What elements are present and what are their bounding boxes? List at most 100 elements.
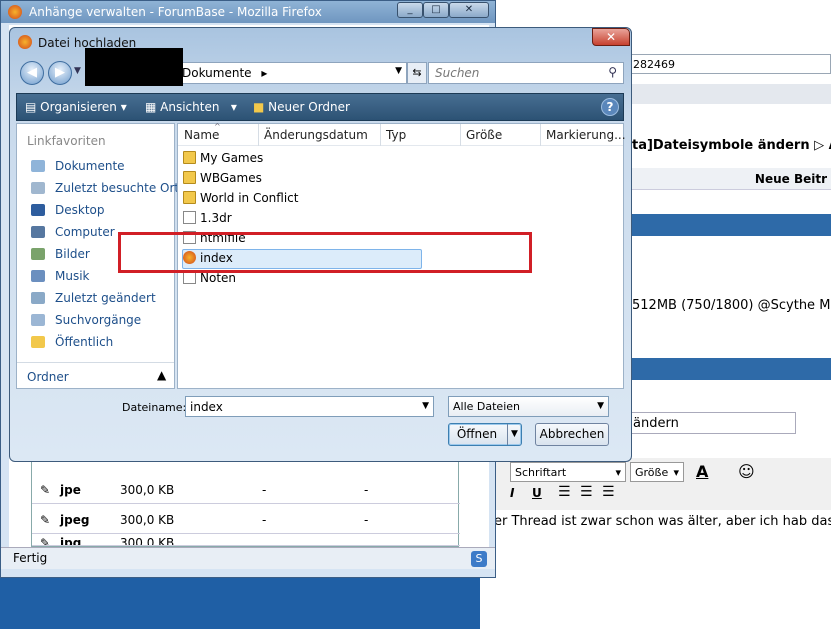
background-url-bar[interactable]: 282469 xyxy=(628,54,831,74)
file-item[interactable]: WBGames xyxy=(183,171,423,189)
column-tags[interactable]: Markierung... xyxy=(546,128,626,142)
chevron-down-icon[interactable]: ▼ xyxy=(395,66,402,76)
redacted-area xyxy=(85,48,183,86)
font-select[interactable]: Schriftart ▾ xyxy=(510,462,626,482)
chevron-up-icon[interactable]: ▲ xyxy=(157,368,166,382)
message-text[interactable]: er Thread ist zwar schon was älter, aber… xyxy=(494,514,831,529)
ext-cell: jpg xyxy=(60,536,82,546)
favorite-music[interactable]: Musik xyxy=(31,269,90,283)
background-band xyxy=(628,84,831,104)
music-icon xyxy=(31,270,45,282)
searches-icon xyxy=(31,314,45,326)
column-size[interactable]: Größe xyxy=(466,128,502,142)
status-s-icon[interactable]: S xyxy=(471,551,487,567)
text-color-icon[interactable]: A xyxy=(696,462,708,481)
status-text: Fertig xyxy=(13,551,48,565)
size-select[interactable]: Größe ▾ xyxy=(630,462,684,482)
status-bar: Fertig S xyxy=(1,547,495,569)
firefox-icon xyxy=(8,5,22,19)
annotation-box xyxy=(118,232,532,273)
breadcrumb-folder[interactable]: Dokumente xyxy=(182,66,252,80)
divider xyxy=(17,362,174,363)
documents-icon xyxy=(31,160,45,172)
favorite-searches[interactable]: Suchvorgänge xyxy=(31,313,141,327)
size-cell: 300,0 KB xyxy=(120,536,175,546)
size-cell: 300,0 KB xyxy=(120,483,175,497)
favorite-public[interactable]: Öffentlich xyxy=(31,335,113,349)
firefox-window-title: Anhänge verwalten - ForumBase - Mozilla … xyxy=(29,5,322,19)
favorite-recently-changed[interactable]: Zuletzt geändert xyxy=(31,291,156,305)
recent-places-icon xyxy=(31,182,45,194)
help-icon[interactable]: ? xyxy=(601,98,619,116)
open-button[interactable]: Öffnen ▼ xyxy=(448,423,522,446)
column-separator[interactable] xyxy=(380,124,381,146)
file-icon xyxy=(183,211,196,224)
chevron-right-icon[interactable]: ▸ xyxy=(261,66,267,80)
thread-heading[interactable]: ta]Dateisymbole ändern ▷ Auf xyxy=(632,138,831,153)
underline-icon[interactable]: U xyxy=(532,486,542,500)
column-separator[interactable] xyxy=(540,124,541,146)
filename-input[interactable]: index ▼ xyxy=(185,396,434,417)
favorite-computer[interactable]: Computer xyxy=(31,225,115,239)
dialog-close-button[interactable]: ✕ xyxy=(592,28,630,46)
file-upload-dialog: Datei hochladen ✕ ◀ ▶ ▼ Dokumente ▸ ▼ ⇆ … xyxy=(9,27,632,462)
smiley-icon[interactable]: ☺ xyxy=(738,462,755,481)
align-center-icon[interactable]: ☰ xyxy=(580,484,593,500)
chevron-down-icon[interactable]: ▼ xyxy=(597,401,604,411)
maximize-button[interactable]: □ xyxy=(423,2,449,18)
pictures-icon xyxy=(31,248,45,260)
search-icon[interactable]: ⚲ xyxy=(608,65,617,79)
cancel-button[interactable]: Abbrechen xyxy=(535,423,609,446)
computer-icon xyxy=(31,226,45,238)
file-item[interactable]: World in Conflict xyxy=(183,191,423,209)
folder-icon xyxy=(183,151,196,164)
align-right-icon[interactable]: ☰ xyxy=(602,484,615,500)
file-item[interactable]: My Games xyxy=(183,151,423,169)
align-left-icon[interactable]: ☰ xyxy=(558,484,571,500)
minimize-button[interactable]: _ xyxy=(397,2,423,18)
close-button[interactable]: ✕ xyxy=(449,2,489,18)
dialog-toolbar: ▤ Organisieren ▾ ▦ Ansichten ▾ ■ Neuer O… xyxy=(16,93,624,121)
file-type-select[interactable]: Alle Dateien ▼ xyxy=(448,396,609,417)
subject-input[interactable]: ändern xyxy=(628,412,796,434)
edit-icon[interactable]: ✎ xyxy=(40,536,50,545)
organize-menu[interactable]: ▤ Organisieren ▾ xyxy=(25,100,127,114)
column-modified[interactable]: Änderungsdatum xyxy=(264,128,368,142)
refresh-icon[interactable]: ⇆ xyxy=(407,62,427,84)
back-arrow-icon[interactable]: ◀ xyxy=(20,61,44,85)
folders-toggle[interactable]: Ordner xyxy=(27,370,69,384)
firefox-icon xyxy=(18,35,32,49)
search-input[interactable]: Suchen ⚲ xyxy=(428,62,624,84)
forward-arrow-icon[interactable]: ▶ xyxy=(48,61,72,85)
favorite-recent-places[interactable]: Zuletzt besuchte Orte xyxy=(31,181,187,195)
blue-section-band xyxy=(628,214,831,236)
column-type[interactable]: Typ xyxy=(386,128,406,142)
favorite-documents[interactable]: Dokumente xyxy=(31,159,125,173)
recently-changed-icon xyxy=(31,292,45,304)
filename-label: Dateiname: xyxy=(122,401,187,414)
attachment-table: ✎ jpe 300,0 KB - - ✎ jpeg 300,0 KB - - ✎… xyxy=(31,453,460,547)
chevron-down-icon[interactable]: ▼ xyxy=(507,424,521,445)
public-folder-icon xyxy=(31,336,45,348)
italic-icon[interactable]: I xyxy=(510,486,514,500)
favorites-header: Linkfavoriten xyxy=(27,134,106,148)
views-menu[interactable]: ▦ Ansichten ▾ xyxy=(145,100,237,114)
history-dropdown-icon[interactable]: ▼ xyxy=(74,66,81,76)
edit-icon[interactable]: ✎ xyxy=(40,513,50,527)
file-item[interactable]: Noten xyxy=(183,271,423,289)
new-post-label[interactable]: Neue Beitr xyxy=(755,172,827,186)
sort-up-icon: ^ xyxy=(214,122,221,131)
value-cell: - xyxy=(364,483,369,497)
edit-icon[interactable]: ✎ xyxy=(40,483,50,497)
search-placeholder: Suchen xyxy=(435,66,480,80)
new-folder-button[interactable]: ■ Neuer Ordner xyxy=(253,100,350,114)
column-separator[interactable] xyxy=(258,124,259,146)
favorite-pictures[interactable]: Bilder xyxy=(31,247,90,261)
ext-cell: jpe xyxy=(60,483,81,497)
blue-section-band xyxy=(628,358,831,380)
value-cell: - xyxy=(262,483,267,497)
favorite-desktop[interactable]: Desktop xyxy=(31,203,105,217)
chevron-down-icon[interactable]: ▼ xyxy=(422,401,429,411)
file-item[interactable]: 1.3dr xyxy=(183,211,423,229)
column-separator[interactable] xyxy=(460,124,461,146)
